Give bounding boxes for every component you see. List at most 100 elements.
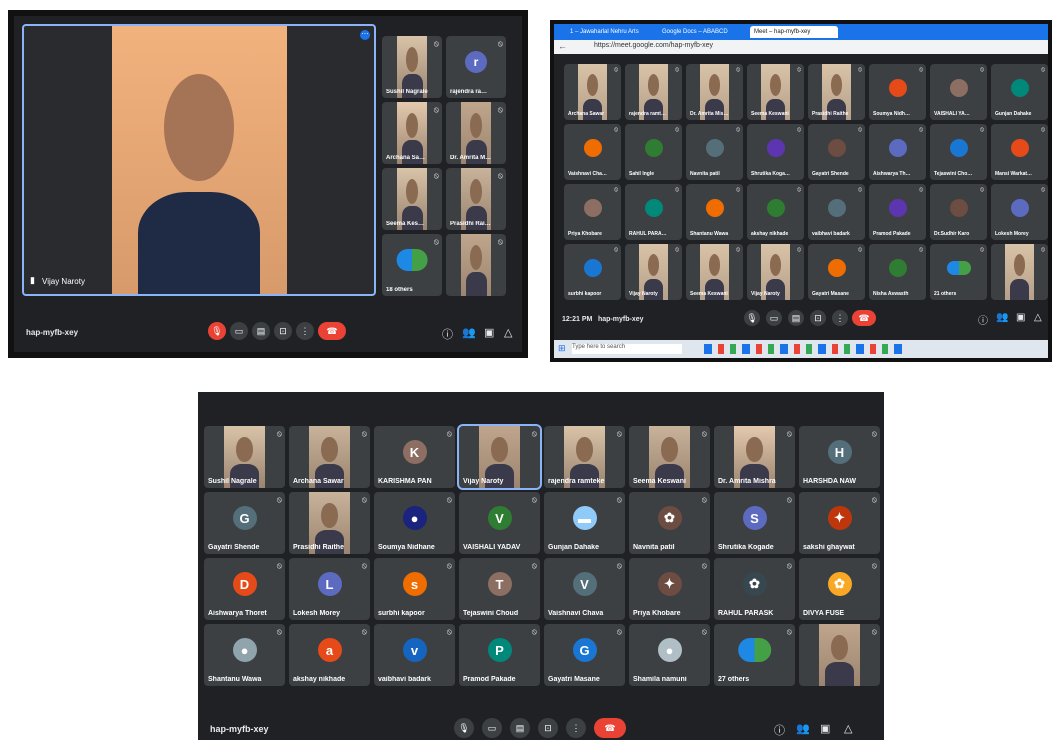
participant-tile[interactable]: Dr.Sudhir Karo ⦸ xyxy=(930,184,987,240)
participant-tile[interactable]: a akshay nikhade ⦸ xyxy=(289,624,370,686)
present-button[interactable]: ⊡ xyxy=(538,718,558,738)
participant-tile[interactable]: s surbhi kapoor ⦸ xyxy=(374,558,455,620)
participant-tile[interactable]: 21 others ⦸ xyxy=(930,244,987,300)
mic-toggle-button[interactable]: 🎙 xyxy=(208,322,226,340)
mic-toggle-button[interactable]: 🎙 xyxy=(744,310,760,326)
activities-icon[interactable]: △ xyxy=(504,326,512,339)
participant-tile[interactable]: Sahil Ingle ⦸ xyxy=(625,124,682,180)
participant-tile[interactable]: Soumya Nidhane ⦸ xyxy=(869,64,926,120)
browser-tab[interactable]: Google Docs – ABABCD xyxy=(658,26,746,38)
participant-tile[interactable]: ● Shamila namuni ⦸ xyxy=(629,624,710,686)
participant-tile[interactable]: Archana Sawar ⦸ xyxy=(564,64,621,120)
participant-tile[interactable]: ✿ RAHUL PARASK ⦸ xyxy=(714,558,795,620)
people-icon[interactable]: 👥 xyxy=(996,312,1008,323)
participant-tile[interactable]: ▬ Gunjan Dahake ⦸ xyxy=(544,492,625,554)
people-icon[interactable]: 👥 xyxy=(462,326,476,339)
participant-tile[interactable]: 27 others ⦸ xyxy=(714,624,795,686)
participant-tile[interactable]: v vaibhavi badark ⦸ xyxy=(374,624,455,686)
leave-call-button[interactable]: ☎ xyxy=(594,718,626,738)
taskbar-search[interactable]: Type here to search xyxy=(572,344,682,354)
camera-toggle-button[interactable]: ▭ xyxy=(482,718,502,738)
participant-tile[interactable]: ✿ DIVYA FUSE ⦸ xyxy=(799,558,880,620)
participant-tile[interactable]: Dr. Amrita Mishra ⦸ xyxy=(714,426,795,488)
participant-tile[interactable]: G Gayatri Shende ⦸ xyxy=(204,492,285,554)
participant-tile[interactable]: Navnita patil ⦸ xyxy=(686,124,743,180)
info-icon[interactable]: ⓘ xyxy=(774,722,785,738)
participant-tile[interactable]: Archana Sawar ⦸ xyxy=(289,426,370,488)
participant-tile[interactable]: Prasidhi Raithe ⦸ xyxy=(808,64,865,120)
back-icon[interactable]: ← xyxy=(558,41,567,51)
participant-tile[interactable]: Shrutika Kogade ⦸ xyxy=(747,124,804,180)
participant-tile[interactable]: ⦸ xyxy=(446,234,506,296)
participant-tile[interactable]: vaibhavi badark ⦸ xyxy=(808,184,865,240)
chat-icon[interactable]: ▣ xyxy=(820,722,830,735)
participant-tile[interactable]: Shantanu Wawa ⦸ xyxy=(686,184,743,240)
camera-toggle-button[interactable]: ▭ xyxy=(766,310,782,326)
participant-tile[interactable]: Gayatri Masane ⦸ xyxy=(808,244,865,300)
more-button[interactable]: ⋮ xyxy=(832,310,848,326)
captions-button[interactable]: ▤ xyxy=(510,718,530,738)
participant-tile[interactable]: Seema Keswani ⦸ xyxy=(382,168,442,230)
info-icon[interactable]: ⓘ xyxy=(978,312,988,327)
participant-tile[interactable]: H HARSHDA NAW ⦸ xyxy=(799,426,880,488)
participant-tile[interactable]: Vaishnavi Chava ⦸ xyxy=(564,124,621,180)
present-button[interactable]: ⊡ xyxy=(274,322,292,340)
more-options-icon[interactable]: ⋯ xyxy=(360,30,370,40)
participant-tile[interactable]: ⦸ xyxy=(991,244,1048,300)
activities-icon[interactable]: △ xyxy=(844,722,852,735)
url-text[interactable]: https://meet.google.com/hap-myfb-xey xyxy=(594,42,713,49)
more-button[interactable]: ⋮ xyxy=(566,718,586,738)
people-icon[interactable]: 👥 xyxy=(796,722,810,735)
participant-tile[interactable]: P Pramod Pakade ⦸ xyxy=(459,624,540,686)
participant-tile[interactable]: D Aishwarya Thoret ⦸ xyxy=(204,558,285,620)
participant-tile[interactable]: ✦ Priya Khobare ⦸ xyxy=(629,558,710,620)
participant-tile[interactable]: Seema Keswani ⦸ xyxy=(686,244,743,300)
participant-tile[interactable]: ⦸ xyxy=(799,624,880,686)
activities-icon[interactable]: △ xyxy=(1034,312,1042,323)
participant-tile[interactable]: Pramod Pakade ⦸ xyxy=(869,184,926,240)
participant-tile[interactable]: RAHUL PARASK ⦸ xyxy=(625,184,682,240)
participant-tile[interactable]: Gayatri Shende ⦸ xyxy=(808,124,865,180)
participant-tile[interactable]: Seema Keswani ⦸ xyxy=(747,64,804,120)
participant-tile[interactable]: V VAISHALI YADAV ⦸ xyxy=(459,492,540,554)
captions-button[interactable]: ▤ xyxy=(252,322,270,340)
participant-tile[interactable]: K KARISHMA PAN ⦸ xyxy=(374,426,455,488)
participant-tile[interactable]: r rajendra ramteke ⦸ xyxy=(446,36,506,98)
participant-tile[interactable]: ● Soumya Nidhane ⦸ xyxy=(374,492,455,554)
participant-tile[interactable]: ● Shantanu Wawa ⦸ xyxy=(204,624,285,686)
participant-tile[interactable]: Vijay Naroty ⦸ xyxy=(747,244,804,300)
chat-icon[interactable]: ▣ xyxy=(1016,312,1025,323)
participant-tile[interactable]: ✿ Navnita patil ⦸ xyxy=(629,492,710,554)
participant-tile[interactable]: ✦ sakshi ghaywat ⦸ xyxy=(799,492,880,554)
participant-tile[interactable]: L Lokesh Morey ⦸ xyxy=(289,558,370,620)
windows-start-icon[interactable]: ⊞ xyxy=(558,343,566,354)
participant-tile[interactable]: 18 others ⦸ xyxy=(382,234,442,296)
participant-tile[interactable]: Vijay Naroty ⦸ xyxy=(625,244,682,300)
more-button[interactable]: ⋮ xyxy=(296,322,314,340)
participant-tile[interactable]: Dr. Amrita Mishra ⦸ xyxy=(686,64,743,120)
participant-tile[interactable]: G Gayatri Masane ⦸ xyxy=(544,624,625,686)
participant-tile[interactable]: rajendra ramteke ⦸ xyxy=(625,64,682,120)
participant-tile[interactable]: S Shrutika Kogade ⦸ xyxy=(714,492,795,554)
participant-tile[interactable]: Dr. Amrita Mishra ⦸ xyxy=(446,102,506,164)
participant-tile[interactable]: V Vaishnavi Chava ⦸ xyxy=(544,558,625,620)
participant-tile[interactable]: akshay nikhade ⦸ xyxy=(747,184,804,240)
participant-tile[interactable]: surbhi kapoor ⦸ xyxy=(564,244,621,300)
participant-tile[interactable]: Sushil Nagrale ⦸ xyxy=(204,426,285,488)
participant-tile[interactable]: Archana Sawarkar ⦸ xyxy=(382,102,442,164)
mic-toggle-button[interactable]: 🎙 xyxy=(454,718,474,738)
participant-tile[interactable]: Sushil Nagrale ⦸ xyxy=(382,36,442,98)
participant-tile[interactable]: rajendra ramteke ⦸ xyxy=(544,426,625,488)
present-button[interactable]: ⊡ xyxy=(810,310,826,326)
participant-tile[interactable]: Seema Keswani ⦸ xyxy=(629,426,710,488)
participant-tile[interactable]: Aishwarya Thoret ⦸ xyxy=(869,124,926,180)
participant-tile[interactable]: Tejaswini Choud ⦸ xyxy=(930,124,987,180)
participant-tile[interactable]: Priya Khobare ⦸ xyxy=(564,184,621,240)
participant-tile[interactable]: Lokesh Morey ⦸ xyxy=(991,184,1048,240)
camera-toggle-button[interactable]: ▭ xyxy=(230,322,248,340)
captions-button[interactable]: ▤ xyxy=(788,310,804,326)
participant-tile[interactable]: T Tejaswini Choud ⦸ xyxy=(459,558,540,620)
participant-tile[interactable]: Gunjan Dahake ⦸ xyxy=(991,64,1048,120)
leave-call-button[interactable]: ☎ xyxy=(852,310,876,326)
participant-tile[interactable]: Mansi Warkatkar ⦸ xyxy=(991,124,1048,180)
